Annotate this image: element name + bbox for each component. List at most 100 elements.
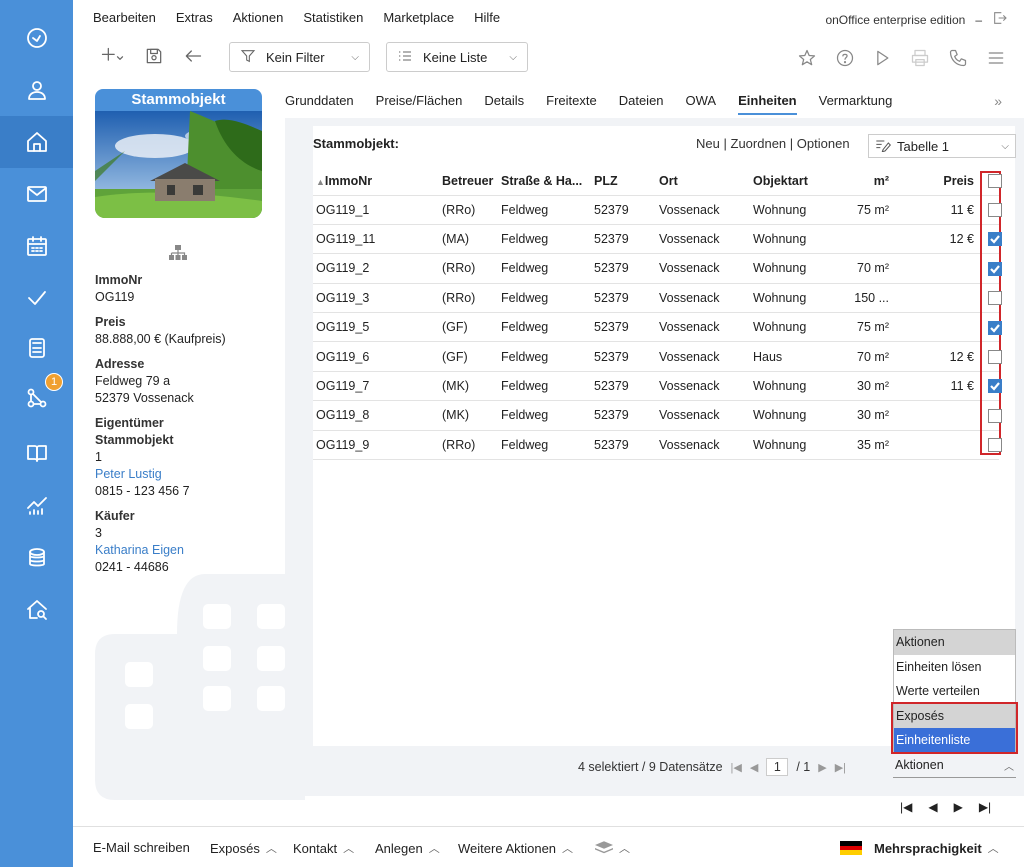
table-row[interactable]: OG119_5 (GF) Feldweg 52379 Vossenack Wohnung 7… (313, 312, 999, 343)
book-icon[interactable] (0, 427, 73, 479)
tab-freitexte[interactable]: Freitexte (546, 93, 597, 115)
hamburger-menu-icon[interactable] (986, 48, 1006, 71)
play-icon[interactable] (872, 48, 892, 71)
page-input[interactable]: 1 (766, 758, 789, 776)
next-page-icon[interactable]: ▶ (818, 761, 826, 774)
assign-link[interactable]: Zuordnen (731, 136, 787, 151)
table-row[interactable]: OG119_6 (GF) Feldweg 52379 Vossenack Haus 70 m… (313, 341, 999, 372)
help-icon[interactable] (835, 48, 855, 71)
col-plz[interactable]: PLZ (591, 167, 656, 196)
menu-statistiken[interactable]: Statistiken (303, 10, 363, 25)
table-row[interactable]: OG119_8 (MK) Feldweg 52379 Vossenack Wohnung 3… (313, 400, 999, 431)
coins-icon[interactable] (0, 532, 73, 584)
phone-icon[interactable] (948, 48, 968, 71)
footer-exposes[interactable]: Exposés ︿ (210, 840, 277, 856)
cell-plz: 52379 (591, 341, 656, 372)
dropdown-item-aktionen[interactable]: Aktionen (894, 630, 1015, 655)
tab-einheiten[interactable]: Einheiten (738, 93, 797, 115)
tab-preise-flaechen[interactable]: Preise/Flächen (376, 93, 463, 115)
row-checkbox[interactable] (988, 261, 1002, 276)
menu-bearbeiten[interactable]: Bearbeiten (93, 10, 156, 25)
last-page-icon[interactable]: ▶| (835, 761, 846, 774)
col-m2[interactable]: m² (836, 167, 892, 196)
table-row[interactable]: OG119_1 (RRo) Feldweg 52379 Vossenack Wohnung… (313, 195, 999, 225)
row-checkbox[interactable] (988, 203, 1002, 217)
row-checkbox[interactable] (988, 379, 1002, 394)
menu-marketplace[interactable]: Marketplace (383, 10, 454, 25)
tab-dateien[interactable]: Dateien (619, 93, 664, 115)
home-icon[interactable] (0, 116, 73, 168)
buyer-link[interactable]: Katharina Eigen (95, 542, 280, 559)
col-betreuer[interactable]: Betreuer (439, 167, 498, 196)
next-record-icon[interactable]: ▶ (954, 800, 963, 814)
row-checkbox[interactable] (988, 320, 1002, 335)
col-immonr[interactable]: ▲ImmoNr (313, 167, 439, 196)
col-strasse[interactable]: Straße & Ha... (498, 167, 591, 196)
property-search-icon[interactable] (0, 584, 73, 636)
footer-email[interactable]: E-Mail schreiben (93, 840, 190, 855)
layers-icon[interactable]: ︿ (595, 840, 630, 856)
print-icon[interactable] (910, 48, 930, 71)
last-record-icon[interactable]: ▶| (979, 800, 991, 814)
calculator-icon[interactable] (0, 322, 73, 374)
check-icon[interactable] (0, 272, 73, 324)
list-select[interactable]: Keine Liste ⌵ (386, 42, 528, 72)
cell-ort: Vossenack (656, 341, 750, 372)
chevron-up-icon: ︿ (1004, 762, 1014, 773)
table-row[interactable]: OG119_2 (RRo) Feldweg 52379 Vossenack Wohnung… (313, 253, 999, 284)
record-navigation: |◀ ◀ ▶ ▶| (900, 800, 991, 814)
options-link[interactable]: Optionen (797, 136, 850, 151)
statistics-icon[interactable] (0, 480, 73, 532)
logout-icon[interactable] (992, 10, 1008, 29)
tab-vermarktung[interactable]: Vermarktung (819, 93, 893, 115)
menu-extras[interactable]: Extras (176, 10, 213, 25)
col-objektart[interactable]: Objektart (750, 167, 836, 196)
table-row[interactable]: OG119_7 (MK) Feldweg 52379 Vossenack Wohnung 3… (313, 371, 999, 402)
first-page-icon[interactable]: |◀ (731, 761, 742, 774)
dropdown-item-werte-verteilen[interactable]: Werte verteilen (894, 679, 1015, 704)
row-checkbox[interactable] (988, 232, 1002, 247)
col-ort[interactable]: Ort (656, 167, 750, 196)
table-row[interactable]: OG119_9 (RRo) Feldweg 52379 Vossenack Wohnung… (313, 430, 999, 461)
filter-select[interactable]: Kein Filter ⌵ (229, 42, 370, 72)
back-arrow-icon[interactable] (183, 46, 203, 69)
menu-aktionen[interactable]: Aktionen (233, 10, 284, 25)
hierarchy-icon[interactable] (169, 245, 187, 264)
mail-icon[interactable] (0, 168, 73, 220)
footer-language[interactable]: Mehrsprachigkeit ︿ (840, 840, 999, 856)
new-link[interactable]: Neu (696, 136, 720, 151)
chevron-down-icon: ⌵ (351, 51, 359, 63)
tab-grunddaten[interactable]: Grunddaten (285, 93, 354, 115)
footer-kontakt[interactable]: Kontakt ︿ (293, 840, 354, 856)
tab-owa[interactable]: OWA (686, 93, 717, 115)
footer-weitere-aktionen[interactable]: Weitere Aktionen ︿ (458, 840, 573, 856)
row-checkbox[interactable] (988, 408, 1002, 423)
table-select[interactable]: Tabelle 1 ⌵ (868, 134, 1016, 158)
table-row[interactable]: OG119_11 (MA) Feldweg 52379 Vossenack Wohnung… (313, 224, 999, 255)
save-icon[interactable] (144, 46, 164, 69)
menu-hilfe[interactable]: Hilfe (474, 10, 500, 25)
actions-select[interactable]: Aktionen ︿ (893, 754, 1016, 778)
prev-record-icon[interactable]: ◀ (928, 800, 937, 814)
select-all-checkbox[interactable] (988, 174, 1002, 188)
first-record-icon[interactable]: |◀ (900, 800, 912, 814)
table-row[interactable]: OG119_3 (RRo) Feldweg 52379 Vossenack Wohnung… (313, 283, 999, 314)
list-label: Keine Liste (423, 49, 488, 65)
dropdown-item-einheiten-loesen[interactable]: Einheiten lösen (894, 655, 1015, 680)
owner-link[interactable]: Peter Lustig (95, 466, 280, 483)
footer-anlegen[interactable]: Anlegen ︿ (375, 840, 440, 856)
row-checkbox[interactable] (988, 438, 1002, 453)
row-checkbox[interactable] (988, 350, 1002, 364)
star-icon[interactable] (797, 48, 817, 71)
cell-strasse: Feldweg (498, 341, 591, 372)
calendar-icon[interactable] (0, 220, 73, 272)
dashboard-icon[interactable] (0, 12, 73, 64)
prev-page-icon[interactable]: ◀ (750, 761, 758, 774)
tab-details[interactable]: Details (484, 93, 524, 115)
add-icon[interactable] (93, 46, 127, 69)
col-preis[interactable]: Preis (892, 167, 977, 196)
user-icon[interactable] (0, 64, 73, 116)
tabs-more-button[interactable]: » (994, 93, 1002, 109)
minimize-button[interactable]: – (975, 13, 982, 27)
row-checkbox[interactable] (988, 291, 1002, 306)
